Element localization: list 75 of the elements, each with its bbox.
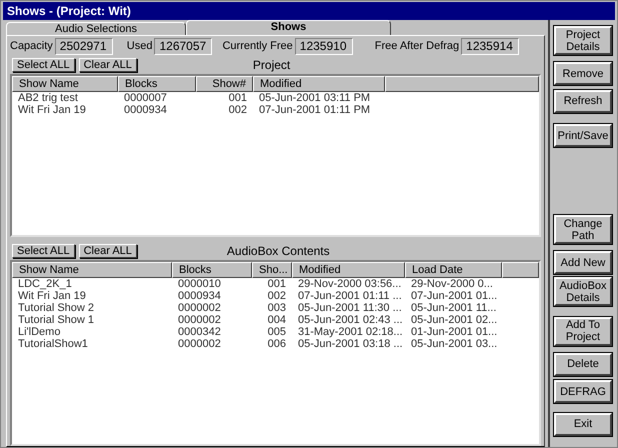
table-cell-text: 0000002 [177,302,222,314]
column-header[interactable]: Show# [196,76,253,92]
column-header[interactable]: Load Date [405,262,502,278]
side-button[interactable]: Print/Save [554,124,612,147]
table-cell-text: 0000002 [177,314,222,326]
table-cell-text: TutorialShow1 [17,338,89,350]
stat-label: Free After Defrag [374,38,460,54]
table-cell-text: LDC_2K_1 [17,278,73,290]
table-cell-text: 31-May-2001 02:18... [297,326,404,338]
select-button[interactable]: Select ALL [12,58,75,72]
stat-value: 1267057 [154,38,212,54]
stat-label: Capacity [10,38,53,54]
stat-label: Currently Free [222,38,293,54]
table-cell-text: 002 [228,104,248,116]
table-cell-text: 003 [266,302,287,314]
side-button[interactable]: Exit [554,412,612,436]
table-cell-text: 001 [266,278,287,290]
side-button[interactable]: Change Path [554,215,612,244]
table-cell-text: 001 [228,92,248,104]
select-button[interactable]: Select ALL [12,244,75,258]
window-title: Shows - (Project: Wit) [3,2,615,20]
side-button[interactable]: Delete [554,352,612,376]
table-cell-text: 005 [266,326,287,338]
stat-label: Used [126,38,152,54]
table-cell-text: 004 [266,314,287,326]
table-cell-text: Wit Fri Jan 19 [17,104,87,116]
table-cell-text: 0000010 [177,278,222,290]
tab[interactable]: Shows [186,20,391,35]
select-button[interactable]: Clear ALL [78,244,137,258]
table-cell-text: 07-Jun-2001 01... [410,290,498,302]
column-header[interactable]: Sho... [252,262,292,278]
select-button[interactable]: Clear ALL [78,58,137,72]
side-button[interactable]: Add To Project [554,316,612,346]
table-cell-text: Tutorial Show 1 [17,314,96,326]
stat-value: 1235910 [294,38,353,54]
table-cell-text: 006 [266,338,287,350]
stat-value: 2502971 [54,38,113,54]
table-cell-text: 0000007 [123,92,168,104]
table-cell-text: 0000342 [177,326,222,338]
side-button[interactable]: DEFRAG [554,380,612,403]
table-cell-text: 0000002 [177,338,222,350]
table-cell-text: Li'lDemo [17,326,62,338]
table-cell-text: 05-Jun-2001 02... [410,314,498,326]
table-cell-text: AB2 trig test [17,92,79,104]
side-button[interactable]: Add New [554,251,612,274]
table-cell-text: 0000934 [177,290,222,302]
side-button[interactable]: Remove [554,62,612,85]
table-cell-text: 05-Jun-2001 11:30 ... [297,302,403,314]
side-button[interactable]: Project Details [554,26,612,55]
table-cell-text: 07-Jun-2001 01:11 PM [258,104,372,116]
column-header[interactable]: Blocks [172,262,252,278]
side-button[interactable]: AudioBox Details [554,277,612,306]
table-cell-text: 05-Jun-2001 02:43 ... [297,314,404,326]
section-title: Project [252,56,290,74]
column-header[interactable]: Modified [253,76,385,92]
table-cell-text: 05-Jun-2001 03:18 ... [297,338,404,350]
column-header[interactable]: Modified [292,262,405,278]
column-header[interactable]: Blocks [118,76,196,92]
table-cell-text: Tutorial Show 2 [17,302,96,314]
tab[interactable]: Audio Selections [6,22,186,35]
table-cell-text: 05-Jun-2001 03:11 PM [258,92,372,104]
table-cell-text: 01-Jun-2001 01... [410,326,498,338]
table-cell-text: 05-Jun-2001 11... [410,302,498,314]
table-cell-text: 002 [266,290,287,302]
stat-value: 1235914 [461,38,520,54]
table-cell-text: Wit Fri Jan 19 [17,290,87,302]
section-title: AudioBox Contents [226,242,330,260]
table-cell-text: 29-Nov-2000 0... [410,278,494,290]
table-cell-text: 07-Jun-2001 01:11 ... [297,290,403,302]
column-header[interactable]: Show Name [12,76,118,92]
column-header[interactable]: Show Name [12,262,172,278]
table-cell-text: 29-Nov-2000 03:56... [297,278,402,290]
table-cell-text: 05-Jun-2001 03... [410,338,498,350]
side-button[interactable]: Refresh [554,90,612,112]
table-cell-text: 0000934 [123,104,168,116]
